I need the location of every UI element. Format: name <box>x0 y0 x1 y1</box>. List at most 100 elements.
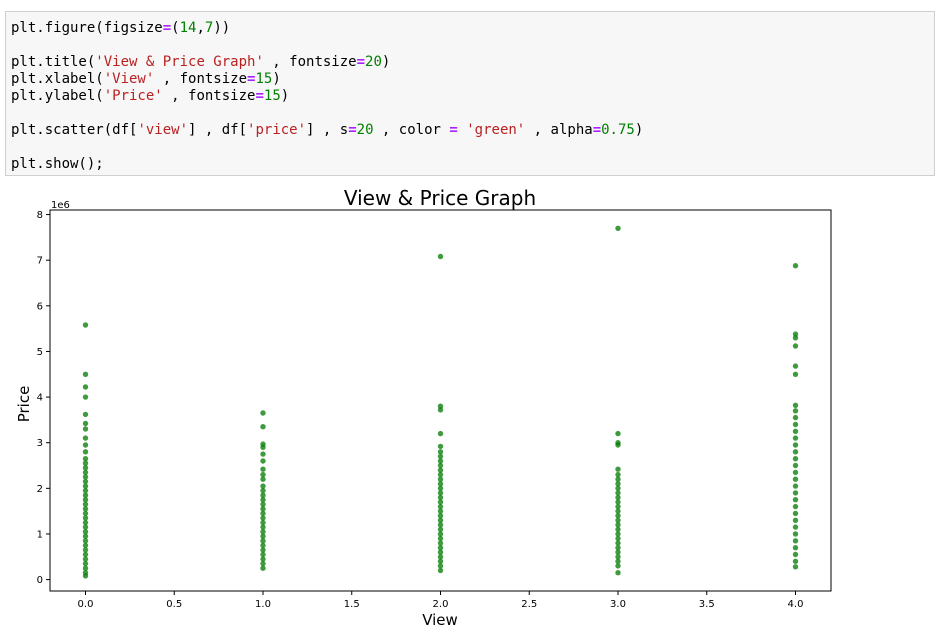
data-point <box>260 424 266 430</box>
data-point <box>792 331 799 337</box>
data-point <box>437 458 444 464</box>
data-point <box>615 570 621 576</box>
data-point <box>437 540 444 546</box>
data-point <box>82 442 89 448</box>
data-point <box>82 565 89 571</box>
data-point <box>82 426 89 432</box>
y-axis-label: Price <box>15 386 33 423</box>
x-tick-label: 3.5 <box>699 599 715 610</box>
data-point <box>792 263 799 269</box>
data-point <box>437 567 444 574</box>
data-point <box>615 540 621 546</box>
data-point <box>82 411 89 418</box>
data-point <box>82 519 89 526</box>
data-point <box>615 554 621 560</box>
data-point <box>437 494 444 501</box>
data-point <box>615 225 621 231</box>
data-point <box>82 492 89 498</box>
data-point <box>82 420 89 427</box>
data-point <box>615 471 621 478</box>
y-tick-label: 7 <box>37 256 43 267</box>
data-point <box>260 483 266 489</box>
y-tick-label: 6 <box>37 301 43 312</box>
data-point <box>260 556 266 562</box>
data-point <box>615 545 621 551</box>
data-point <box>615 476 621 482</box>
data-point <box>615 430 621 437</box>
data-point <box>260 476 266 482</box>
data-point <box>792 469 799 476</box>
x-axis: 0.0 0.5 1.0 1.5 2.0 2.5 3.0 3.5 4.0 <box>78 591 804 610</box>
y-tick-label: 1 <box>37 529 43 540</box>
data-point <box>437 517 444 523</box>
data-point <box>437 490 444 496</box>
data-point <box>792 483 799 489</box>
data-point <box>792 435 799 441</box>
data-point <box>82 501 89 507</box>
data-point <box>82 456 89 462</box>
x-axis-label: View <box>422 611 458 629</box>
data-point <box>792 564 799 570</box>
data-point <box>260 410 266 416</box>
data-point <box>260 466 266 472</box>
data-point <box>437 453 444 460</box>
data-point <box>792 442 799 448</box>
data-point <box>437 443 444 450</box>
x-tick-label: 2.0 <box>433 599 449 610</box>
y-tick-label: 5 <box>37 347 43 358</box>
data-point <box>792 558 799 564</box>
x-tick-label: 1.5 <box>344 599 360 610</box>
data-point <box>792 421 799 428</box>
data-point <box>260 471 266 478</box>
scatter-chart: View & Price Graph 1e6 0.0 0.5 1.0 1.5 2.0 2.… <box>15 186 832 629</box>
data-point <box>437 467 444 473</box>
data-point <box>792 408 799 414</box>
data-point <box>792 476 799 482</box>
data-point <box>260 542 266 549</box>
data-point <box>792 414 799 421</box>
data-point <box>82 529 89 535</box>
data-point <box>792 524 799 530</box>
data-point <box>82 542 89 549</box>
data-point <box>260 506 266 512</box>
y-tick-label: 2 <box>37 484 43 495</box>
x-tick-label: 3.0 <box>610 599 626 610</box>
data-point <box>792 462 799 469</box>
data-point <box>82 515 89 521</box>
x-tick-label: 4.0 <box>788 599 804 610</box>
data-point <box>792 402 799 408</box>
data-point <box>82 322 89 328</box>
data-point <box>437 449 444 455</box>
data-point <box>437 545 444 551</box>
data-point <box>82 384 89 390</box>
data-point <box>615 466 621 472</box>
y-scale-label: 1e6 <box>51 200 70 211</box>
data-point <box>615 481 621 487</box>
data-point <box>260 551 266 558</box>
data-point <box>82 435 89 441</box>
data-point <box>792 456 799 462</box>
data-point <box>792 490 799 496</box>
data-point <box>437 503 444 510</box>
data-point <box>82 394 89 400</box>
data-point <box>792 545 799 551</box>
data-point <box>82 483 89 489</box>
data-point <box>437 481 444 487</box>
x-tick-label: 2.5 <box>521 599 537 610</box>
data-point <box>792 449 799 455</box>
y-tick-label: 0 <box>37 575 43 586</box>
data-point <box>82 371 89 377</box>
data-point <box>82 551 89 558</box>
data-point <box>615 513 621 519</box>
y-tick-label: 8 <box>37 210 43 221</box>
data-point <box>260 519 266 526</box>
data-point <box>260 538 266 544</box>
y-axis: 0 1 2 3 4 5 6 7 8 <box>37 210 50 586</box>
data-point <box>437 531 444 537</box>
data-point <box>437 430 444 437</box>
data-point <box>792 538 799 544</box>
data-point <box>615 490 621 496</box>
data-point <box>615 517 621 523</box>
data-point <box>437 476 444 482</box>
data-point <box>260 565 266 571</box>
